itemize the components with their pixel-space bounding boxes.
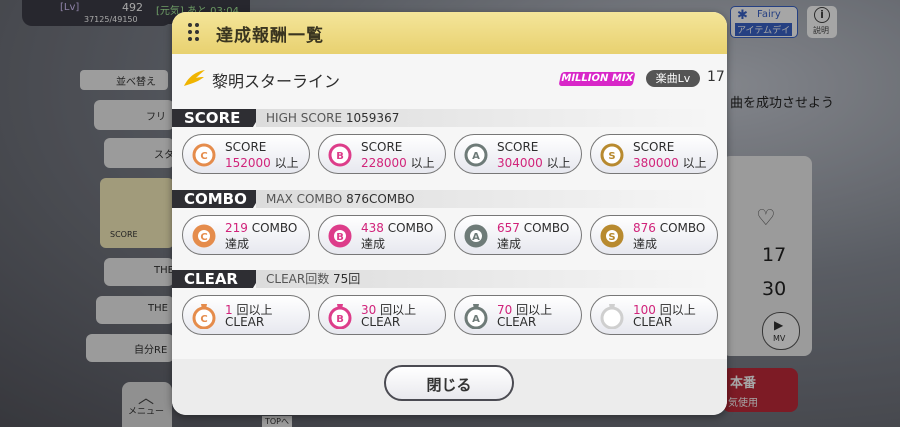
combo-reward-card: S 876 COMBO 達成 xyxy=(590,215,718,255)
reward-condition: 達成 xyxy=(361,237,386,251)
reward-condition: 達成 xyxy=(225,237,250,251)
medal-a-icon: A xyxy=(464,304,488,329)
threshold-suffix: 以上 xyxy=(410,156,435,170)
svg-text:A: A xyxy=(472,232,480,243)
reward-condition: CLEAR xyxy=(497,315,537,329)
medal-a-icon: A xyxy=(464,224,488,248)
dialog-footer: 閉じる xyxy=(172,359,727,415)
reward-condition: CLEAR xyxy=(225,315,265,329)
clear-section-label: CLEAR xyxy=(172,270,264,288)
svg-text:A: A xyxy=(472,151,480,162)
threshold-value: 152000 xyxy=(225,156,271,170)
max-combo-info: MAX COMBO 876COMBO xyxy=(256,190,716,208)
medal-c-icon: C xyxy=(192,143,216,167)
threshold-value: 219 xyxy=(225,221,248,235)
medal-b-icon: B xyxy=(328,143,352,167)
clear-count-label: CLEAR回数 xyxy=(266,272,330,286)
reward-threshold: 380000 以上 xyxy=(633,154,707,171)
medal-b-icon: B xyxy=(328,304,352,329)
svg-text:B: B xyxy=(336,151,344,162)
million-mix-badge: MILLION MIX xyxy=(558,72,636,86)
clear-reward-card: C1 回以上 CLEAR xyxy=(182,295,310,335)
reward-title: SCORE xyxy=(225,140,267,154)
reward-threshold: 219 COMBO xyxy=(225,221,297,235)
grip-icon xyxy=(188,23,200,43)
reward-condition: 達成 xyxy=(497,237,522,251)
reward-condition: 達成 xyxy=(633,237,658,251)
song-info-row: 黎明スターライン MILLION MIX 楽曲Lv 17 xyxy=(182,66,725,92)
max-combo-value: 876COMBO xyxy=(346,192,415,206)
threshold-value: 657 xyxy=(497,221,520,235)
score-reward-card: C SCORE 152000 以上 xyxy=(182,134,310,174)
song-level-value: 17 xyxy=(707,69,725,85)
combo-section-label: COMBO xyxy=(172,190,264,208)
threshold-value: 380000 xyxy=(633,156,679,170)
svg-text:B: B xyxy=(336,314,344,325)
combo-reward-card: A 657 COMBO 達成 xyxy=(454,215,582,255)
score-reward-card: B SCORE 228000 以上 xyxy=(318,134,446,174)
medal-s-icon: S xyxy=(600,143,624,167)
threshold-suffix: 以上 xyxy=(682,156,707,170)
threshold-unit: COMBO xyxy=(523,221,570,235)
threshold-unit: COMBO xyxy=(387,221,434,235)
reward-condition: CLEAR xyxy=(633,315,673,329)
threshold-value: 304000 xyxy=(497,156,543,170)
clear-count-info: CLEAR回数 75回 xyxy=(256,270,716,288)
reward-threshold: 657 COMBO xyxy=(497,221,569,235)
svg-text:C: C xyxy=(200,314,207,325)
threshold-suffix: 以上 xyxy=(546,156,571,170)
reward-threshold: 438 COMBO xyxy=(361,221,433,235)
reward-list-dialog: 達成報酬一覧 黎明スターライン MILLION MIX 楽曲Lv 17 SCOR… xyxy=(172,12,727,415)
reward-threshold: 152000 以上 xyxy=(225,154,299,171)
score-reward-card: A SCORE 304000 以上 xyxy=(454,134,582,174)
high-score-info: HIGH SCORE 1059367 xyxy=(256,109,716,127)
song-title: 黎明スターライン xyxy=(212,72,341,91)
medal-c-icon: C xyxy=(192,304,216,329)
max-combo-label: MAX COMBO xyxy=(266,192,343,206)
medal-c-icon: C xyxy=(192,224,216,248)
svg-text:S: S xyxy=(608,232,615,243)
reward-title: SCORE xyxy=(633,140,675,154)
clear-reward-card: B 30 回以上 CLEAR xyxy=(318,295,446,335)
threshold-unit: COMBO xyxy=(659,221,706,235)
reward-title: SCORE xyxy=(361,140,403,154)
threshold-value: 228000 xyxy=(361,156,407,170)
combo-reward-card: B 438 COMBO 達成 xyxy=(318,215,446,255)
clear-reward-card: 100 回以上 CLEAR xyxy=(590,295,718,335)
reward-threshold: 304000 以上 xyxy=(497,154,571,171)
high-score-value: 1059367 xyxy=(345,111,400,125)
reward-threshold: 228000 以上 xyxy=(361,154,435,171)
clear-count-value: 75回 xyxy=(333,272,361,286)
medal-s-icon: S xyxy=(600,224,624,248)
threshold-suffix: 以上 xyxy=(274,156,299,170)
score-reward-card: S SCORE 380000 以上 xyxy=(590,134,718,174)
svg-text:B: B xyxy=(336,232,344,243)
reward-condition: CLEAR xyxy=(361,315,401,329)
medal-b-icon: B xyxy=(328,224,352,248)
wing-icon xyxy=(184,70,205,86)
threshold-unit: COMBO xyxy=(251,221,298,235)
score-section-label: SCORE xyxy=(172,109,264,127)
svg-text:S: S xyxy=(608,151,615,162)
medal-a-icon: A xyxy=(464,143,488,167)
combo-section-header: COMBO MAX COMBO 876COMBO xyxy=(172,190,720,208)
svg-text:C: C xyxy=(200,232,207,243)
threshold-value: 876 xyxy=(633,221,656,235)
medal-blank-icon xyxy=(600,304,624,329)
svg-text:A: A xyxy=(472,314,480,325)
reward-threshold: 876 COMBO xyxy=(633,221,705,235)
clear-reward-card: A 70 回以上 CLEAR xyxy=(454,295,582,335)
song-level-label: 楽曲Lv xyxy=(646,70,700,87)
dialog-body: 黎明スターライン MILLION MIX 楽曲Lv 17 SCORE HIGH … xyxy=(172,54,727,359)
reward-title: SCORE xyxy=(497,140,539,154)
svg-text:C: C xyxy=(200,151,207,162)
dialog-title: 達成報酬一覧 xyxy=(216,26,324,46)
threshold-value: 438 xyxy=(361,221,384,235)
clear-section-header: CLEAR CLEAR回数 75回 xyxy=(172,270,720,288)
high-score-label: HIGH SCORE xyxy=(266,111,343,125)
combo-reward-card: C 219 COMBO 達成 xyxy=(182,215,310,255)
score-section-header: SCORE HIGH SCORE 1059367 xyxy=(172,109,720,127)
close-button[interactable]: 閉じる xyxy=(384,365,514,401)
dialog-header: 達成報酬一覧 xyxy=(172,12,727,54)
